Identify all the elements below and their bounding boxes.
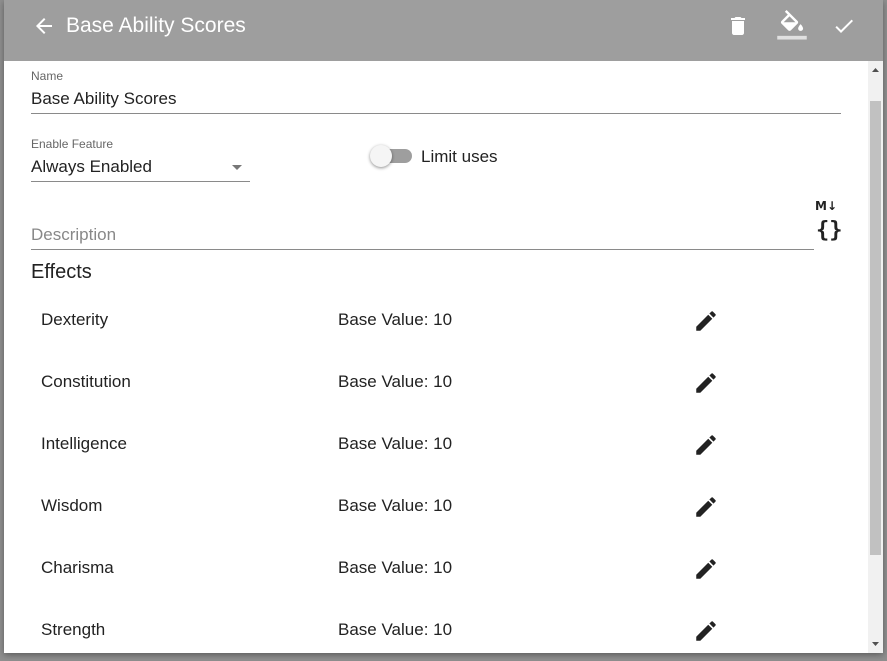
toolbar: Base Ability Scores (4, 0, 883, 61)
enable-feature-label: Enable Feature (31, 137, 114, 151)
arrow-left-icon (36, 18, 52, 34)
chevron-down-icon[interactable] (232, 165, 242, 170)
confirm-button[interactable] (828, 10, 860, 42)
effect-value: Base Value: 10 (338, 310, 453, 329)
check-icon (835, 19, 853, 33)
enable-feature-underline (31, 181, 250, 182)
effect-row[interactable]: Constitution Base Value: 10 (4, 362, 868, 424)
color-button[interactable] (774, 8, 810, 44)
delete-icon (731, 17, 745, 35)
scrollbar-thumb[interactable] (870, 101, 881, 555)
pencil-icon[interactable] (693, 556, 719, 582)
effect-value: Base Value: 10 (338, 620, 453, 639)
format-color-fill-icon (777, 10, 807, 40)
back-button[interactable] (28, 10, 60, 42)
effect-value: Base Value: 10 (338, 434, 453, 453)
effect-row[interactable]: Intelligence Base Value: 10 (4, 424, 868, 486)
description-underline (31, 249, 814, 250)
scroll-up-arrow-icon[interactable] (868, 61, 883, 79)
effect-row[interactable]: Wisdom Base Value: 10 (4, 486, 868, 548)
dialog-content: Name Base Ability Scores Enable Feature … (4, 61, 868, 653)
name-field-label: Name (31, 69, 64, 83)
effect-name: Dexterity (41, 310, 109, 329)
effect-name: Charisma (41, 558, 114, 577)
effects-heading: Effects (31, 261, 92, 283)
effect-row[interactable]: Charisma Base Value: 10 (4, 548, 868, 610)
delete-button[interactable] (722, 10, 754, 42)
toolbar-title: Base Ability Scores (66, 14, 246, 37)
effect-value: Base Value: 10 (338, 496, 453, 515)
effect-name: Constitution (41, 372, 131, 391)
code-braces-icon[interactable]: {} (816, 218, 843, 243)
pencil-icon[interactable] (693, 494, 719, 520)
name-input[interactable]: Base Ability Scores (31, 89, 177, 109)
description-input[interactable]: Description (31, 225, 116, 245)
pencil-icon[interactable] (693, 370, 719, 396)
effect-row[interactable]: Dexterity Base Value: 10 (4, 300, 868, 362)
pencil-icon[interactable] (693, 308, 719, 334)
feature-dialog: Base Ability Scores Name Base Ability Sc… (4, 0, 883, 653)
limit-uses-toggle-thumb[interactable] (370, 145, 392, 167)
enable-feature-select[interactable]: Always Enabled (31, 157, 152, 177)
effect-value: Base Value: 10 (338, 372, 453, 391)
effect-name: Wisdom (41, 496, 103, 515)
markdown-icon: M↓ (815, 197, 839, 213)
name-field-underline (31, 113, 841, 114)
pencil-icon[interactable] (693, 618, 719, 644)
limit-uses-label: Limit uses (421, 147, 498, 166)
vertical-scrollbar[interactable] (868, 61, 883, 653)
effect-name: Strength (41, 620, 106, 639)
markdown-badge: M↓ (815, 199, 837, 213)
effect-name: Intelligence (41, 434, 128, 453)
effect-row[interactable]: Strength Base Value: 10 (4, 610, 868, 653)
pencil-icon[interactable] (693, 432, 719, 458)
scroll-down-arrow-icon[interactable] (868, 635, 883, 653)
effect-value: Base Value: 10 (338, 558, 453, 577)
